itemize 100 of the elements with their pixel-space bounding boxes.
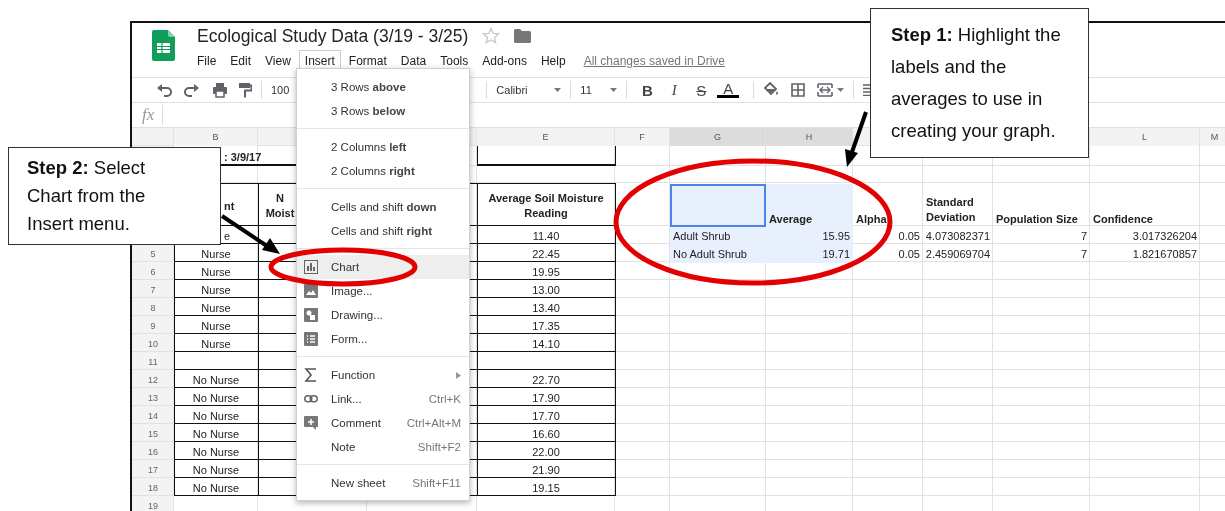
menu-item[interactable]: Drawing... [297, 303, 469, 327]
document-title[interactable]: Ecological Study Data (3/19 - 3/25) [197, 25, 469, 47]
table-cell-text: No Nurse [191, 445, 241, 460]
keyboard-shortcut: Ctrl+K [428, 393, 461, 405]
font-size-select[interactable]: 11 [580, 84, 611, 96]
table-cell-text: Nurse [200, 283, 232, 298]
row-number[interactable]: 7 [132, 281, 174, 299]
menu-item[interactable]: Comment Ctrl+Alt+M [297, 411, 469, 435]
menu-item[interactable]: 3 Rows above [297, 75, 469, 99]
menu-item[interactable]: Format [342, 50, 393, 72]
table-cell-text: Nurse [200, 265, 232, 280]
formula-label: fx [142, 105, 164, 125]
table-cell-text: No Nurse [191, 373, 241, 388]
table-cell-text: 21.90 [531, 463, 561, 478]
table-cell-text: No Nurse [191, 391, 241, 406]
menu-item[interactable]: Cells and shift right [297, 219, 469, 243]
menu-item[interactable]: 2 Columns left [297, 135, 469, 159]
font-select[interactable]: Calibri [496, 84, 555, 96]
table-cell-text: Nurse [200, 337, 232, 352]
table-cell-text: 17.35 [531, 319, 561, 334]
column-header[interactable]: H [766, 128, 852, 146]
row-number[interactable]: 18 [132, 479, 174, 497]
menu-item[interactable]: 2 Columns right [297, 159, 469, 183]
table-cell-text: 0.05 [897, 229, 921, 244]
keyboard-shortcut: Shift+F11 [412, 477, 461, 489]
table-cell-text: 17.70 [531, 409, 561, 424]
table-cell-text: No Nurse [191, 427, 241, 442]
row-number[interactable]: 8 [132, 299, 174, 317]
table-cell-text: Nurse [200, 319, 232, 334]
table-cell-text: Nurse [200, 247, 232, 262]
menu-item[interactable]: Edit [224, 50, 258, 72]
table-cell-text: Alpha [855, 212, 888, 227]
row-number[interactable]: 11 [132, 353, 174, 371]
table-cell-text: 22.45 [531, 247, 561, 262]
table-cell: e [224, 230, 231, 242]
bold-button[interactable]: B [636, 81, 659, 99]
table-cell-text: 22.70 [531, 373, 561, 388]
row-number[interactable]: 12 [132, 371, 174, 389]
table-cell-text: Nurse [200, 301, 232, 316]
table-cell: 19.71 [766, 245, 853, 263]
row-number[interactable]: 19 [132, 497, 174, 511]
menu-item[interactable]: View [259, 50, 297, 72]
instruction-callout: Step 1: Highlight the labels and the averages to use in creating your graph. [870, 8, 1089, 158]
save-status-link[interactable]: All changes saved in Drive [583, 54, 726, 68]
menu-item[interactable]: Note Shift+F2 [297, 435, 469, 459]
menu-item[interactable]: New sheet Shift+F11 [297, 471, 469, 495]
keyboard-shortcut: Ctrl+Alt+M [406, 417, 461, 429]
menu-item[interactable]: Cells and shift down [297, 195, 469, 219]
zoom-select[interactable]: 100 [271, 84, 290, 96]
table-cell-text: 2.459069704 [924, 247, 991, 262]
table-cell-text: 19.15 [531, 481, 561, 496]
table-cell: Adult Shrub [670, 227, 766, 245]
menu-item[interactable]: 3 Rows below [297, 99, 469, 123]
menu-item[interactable]: Add-ons [476, 50, 533, 72]
table-cell-text: No Nurse [191, 481, 241, 496]
table-cell-text: 3.017326204 [1131, 229, 1198, 244]
table-cell-text: 0.05 [897, 247, 921, 262]
color-button[interactable]: A [717, 82, 740, 98]
keyboard-shortcut: Shift+F2 [417, 441, 461, 453]
menu-item[interactable]: Chart [297, 255, 469, 279]
table-cell: 15.95 [766, 227, 853, 245]
table-cell-text: 13.40 [531, 301, 561, 316]
menu-item[interactable]: Tools [434, 50, 475, 72]
row-number[interactable]: 15 [132, 425, 174, 443]
table-cell-text: N Moist [264, 190, 296, 221]
menu-item[interactable]: Form... [297, 327, 469, 351]
instruction-callout: Step 2: Select Chart from the Insert menu. [8, 147, 221, 245]
menu-item[interactable]: Function [297, 363, 469, 387]
table-cell-text: Standard Deviation [925, 195, 977, 225]
table-cell-text: No Nurse [191, 463, 241, 478]
row-number[interactable]: 5 [132, 245, 174, 263]
column-header[interactable]: G [670, 128, 765, 146]
row-number[interactable]: 9 [132, 317, 174, 335]
italic-button[interactable]: I [663, 81, 686, 99]
table-cell-text: 11.40 [531, 229, 561, 244]
menu-item[interactable]: File [191, 50, 223, 72]
menu-item[interactable]: Data [394, 50, 433, 72]
table-cell: : 3/9/17 [224, 151, 262, 163]
row-number[interactable]: 13 [132, 389, 174, 407]
table-cell-text: Population Size [995, 212, 1079, 227]
row-number[interactable]: 10 [132, 335, 174, 353]
table-cell-text: 4.073082371 [924, 229, 991, 244]
table-cell-text: 1.821670857 [1131, 247, 1198, 262]
table-cell-text: 7 [1079, 229, 1088, 244]
menu-item[interactable]: Link... Ctrl+K [297, 387, 469, 411]
table-cell-text: 14.10 [531, 337, 561, 352]
strike-button[interactable]: S [690, 81, 713, 99]
table-cell-text: 7 [1079, 247, 1088, 262]
table-cell-text: 22.00 [531, 445, 561, 460]
row-number[interactable]: 14 [132, 407, 174, 425]
table-cell-text: 19.95 [531, 265, 561, 280]
table-cell-text: Average Soil Moisture Reading [487, 190, 605, 221]
menu-item[interactable]: Image... [297, 279, 469, 303]
table-cell: nt [224, 199, 235, 212]
row-number[interactable]: 17 [132, 461, 174, 479]
table-cell-text: Confidence [1092, 212, 1154, 227]
table-cell: No Adult Shrub [670, 245, 766, 263]
row-number[interactable]: 16 [132, 443, 174, 461]
row-number[interactable]: 6 [132, 263, 174, 281]
menu-item[interactable]: Help [534, 50, 572, 72]
